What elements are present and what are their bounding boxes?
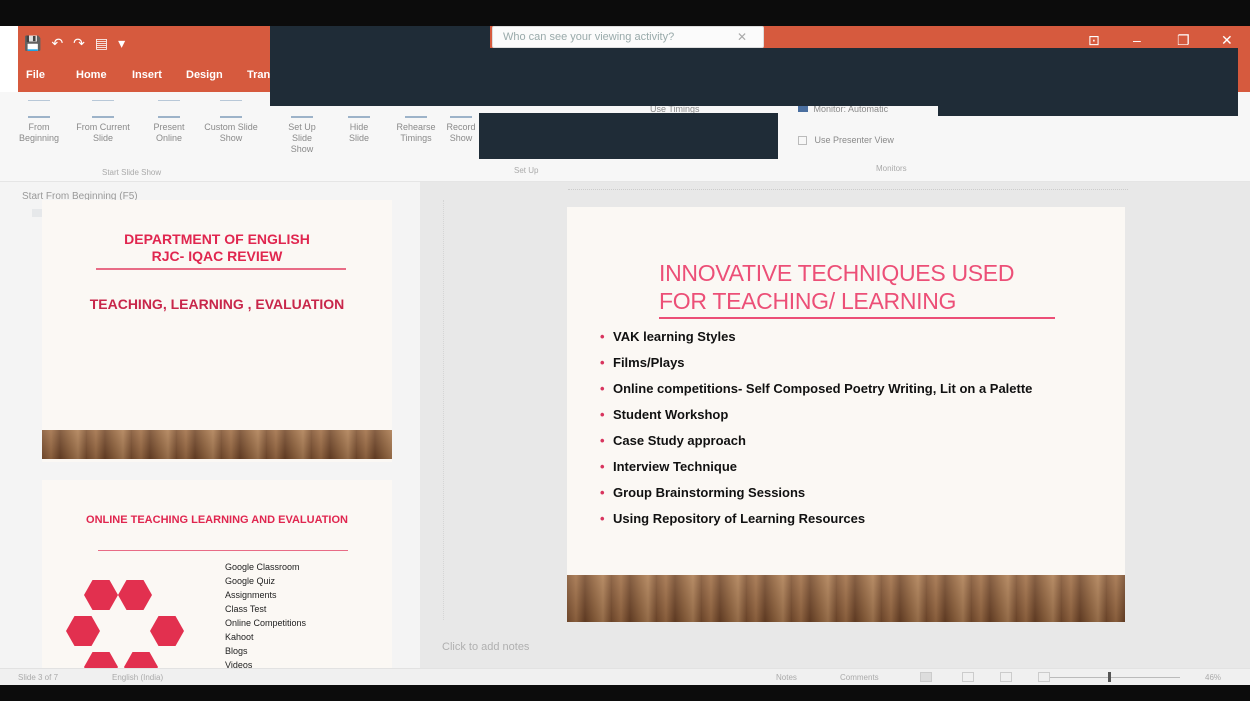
bullet-item: Films/Plays [597, 354, 1057, 371]
setup-group-label: Set Up [514, 166, 539, 175]
hexagon-shape [150, 616, 184, 646]
slide1-subtitle: TEACHING, LEARNING , EVALUATION [89, 296, 345, 312]
rehearse-timings-button[interactable]: Rehearse Timings [392, 100, 440, 144]
redaction-block [270, 26, 490, 106]
bullet-item: VAK learning Styles [597, 328, 1057, 345]
slideshow-start-icon [28, 100, 50, 118]
list-item: Assignments [225, 590, 277, 600]
slide-count: Slide 3 of 7 [18, 673, 59, 682]
language-indicator[interactable]: English (India) [112, 673, 163, 682]
bullet-item: Online competitions- Self Composed Poetr… [597, 380, 1057, 397]
search-box[interactable]: Who can see your viewing activity? ✕ [492, 26, 764, 48]
monitors-group-label: Monitors [876, 164, 907, 173]
slide-sorter-icon[interactable] [962, 672, 974, 682]
notes-placeholder[interactable]: Click to add notes [442, 641, 529, 653]
from-current-slide-button[interactable]: From Current Slide [70, 100, 136, 144]
hexagon-shape [118, 580, 152, 610]
list-item: Kahoot [225, 632, 254, 642]
customize-toolbar-icon[interactable]: ▾ [118, 35, 125, 52]
notes-button[interactable]: Notes [776, 673, 797, 682]
normal-view-icon[interactable] [920, 672, 932, 682]
tab-transitions[interactable]: Tran [247, 69, 270, 81]
comments-button[interactable]: Comments [840, 673, 879, 682]
tab-design[interactable]: Design [186, 69, 223, 81]
start-slide-show-group-label: Start Slide Show [102, 168, 162, 177]
bullet-item: Using Repository of Learning Resources [597, 510, 1057, 527]
bottom-black-frame [0, 685, 1250, 701]
zoom-slider[interactable] [1050, 677, 1180, 678]
horizontal-ruler [568, 182, 1128, 190]
undo-icon[interactable]: ↶ [51, 35, 63, 52]
quick-access-toolbar: 💾 ↶ ↷ ▤ ▾ [24, 35, 125, 52]
bullet-item: Group Brainstorming Sessions [597, 484, 1057, 501]
list-item: Google Quiz [225, 576, 276, 586]
slide-title-line-1: INNOVATIVE TECHNIQUES USED [659, 260, 1015, 286]
slide2-divider [98, 550, 348, 551]
monitor-icon [798, 105, 808, 112]
start-presentation-icon[interactable]: ▤ [95, 35, 108, 52]
hexagon-shape [84, 580, 118, 610]
bullet-list[interactable]: VAK learning Styles Films/Plays Online c… [597, 328, 1057, 536]
list-item: Google Classroom [225, 562, 300, 572]
ribbon-display-icon[interactable]: ⊡ [1088, 32, 1100, 49]
slide1-divider [96, 268, 346, 270]
bullet-item: Student Workshop [597, 406, 1057, 423]
close-window-icon[interactable]: ✕ [1221, 32, 1233, 49]
bullet-item: Case Study approach [597, 432, 1057, 449]
wood-floor-image [567, 575, 1125, 622]
restore-icon[interactable]: ❐ [1177, 32, 1190, 49]
close-icon[interactable]: ✕ [737, 30, 747, 44]
redaction-block [479, 113, 778, 159]
slideshow-view-icon[interactable] [1038, 672, 1050, 682]
record-show-button[interactable]: Record Show [444, 100, 478, 144]
vertical-ruler [438, 200, 444, 620]
list-item: Videos [225, 660, 253, 668]
tab-file[interactable]: File [26, 69, 45, 81]
minimize-icon[interactable]: – [1133, 32, 1141, 48]
from-beginning-button[interactable]: From Beginning [14, 100, 64, 144]
hexagon-shape [84, 652, 118, 668]
bullet-item: Interview Technique [597, 458, 1057, 475]
slide-thumbnail-2[interactable]: ONLINE TEACHING LEARNING AND EVALUATION … [42, 480, 392, 668]
status-bar: Slide 3 of 7 English (India) Notes Comme… [0, 668, 1250, 685]
slide-title-line-2: FOR TEACHING/ LEARNING [659, 288, 957, 314]
zoom-level[interactable]: 46% [1205, 673, 1221, 682]
presenter-view-checkbox[interactable]: Use Presenter View [798, 135, 894, 146]
present-online-button[interactable]: Present Online [146, 100, 192, 144]
slide2-title: ONLINE TEACHING LEARNING AND EVALUATION [86, 514, 348, 526]
custom-show-icon [220, 100, 242, 118]
slideshow-current-icon [92, 100, 114, 118]
slide-thumbnail-1[interactable]: DEPARTMENT OF ENGLISH RJC- IQAC REVIEW T… [42, 200, 392, 462]
current-slide[interactable]: INNOVATIVE TECHNIQUES USED FOR TEACHING/… [567, 207, 1125, 622]
checkbox-icon [798, 136, 807, 146]
list-item: Online Competitions [225, 618, 307, 628]
hexagon-shape [124, 652, 158, 668]
hexagon-shape [66, 616, 100, 646]
tab-home[interactable]: Home [76, 69, 107, 81]
redaction-block [938, 48, 1238, 116]
wood-floor-image [42, 430, 392, 459]
list-item: Class Test [225, 604, 267, 614]
save-icon[interactable]: 💾 [24, 35, 41, 52]
top-black-frame [0, 0, 1250, 26]
title-underline [659, 317, 1055, 319]
slide1-department-title: DEPARTMENT OF ENGLISH [124, 231, 310, 247]
list-item: Blogs [225, 646, 248, 656]
slide1-review-title: RJC- IQAC REVIEW [151, 248, 283, 264]
search-placeholder: Who can see your viewing activity? [503, 31, 675, 43]
redaction-block [490, 48, 938, 106]
slide-title[interactable]: INNOVATIVE TECHNIQUES USED FOR TEACHING/… [659, 259, 1014, 315]
redo-icon[interactable]: ↷ [73, 35, 85, 52]
set-up-slide-show-button[interactable]: Set Up Slide Show [282, 100, 322, 155]
present-online-icon [158, 100, 180, 118]
zoom-slider-handle[interactable] [1108, 672, 1111, 682]
custom-slide-show-button[interactable]: Custom Slide Show [196, 100, 266, 144]
hide-slide-button[interactable]: Hide Slide [344, 100, 374, 144]
tab-insert[interactable]: Insert [132, 69, 162, 81]
slide2-tool-list: Google Classroom Google Quiz Assignments… [225, 560, 306, 668]
reading-view-icon[interactable] [1000, 672, 1012, 682]
